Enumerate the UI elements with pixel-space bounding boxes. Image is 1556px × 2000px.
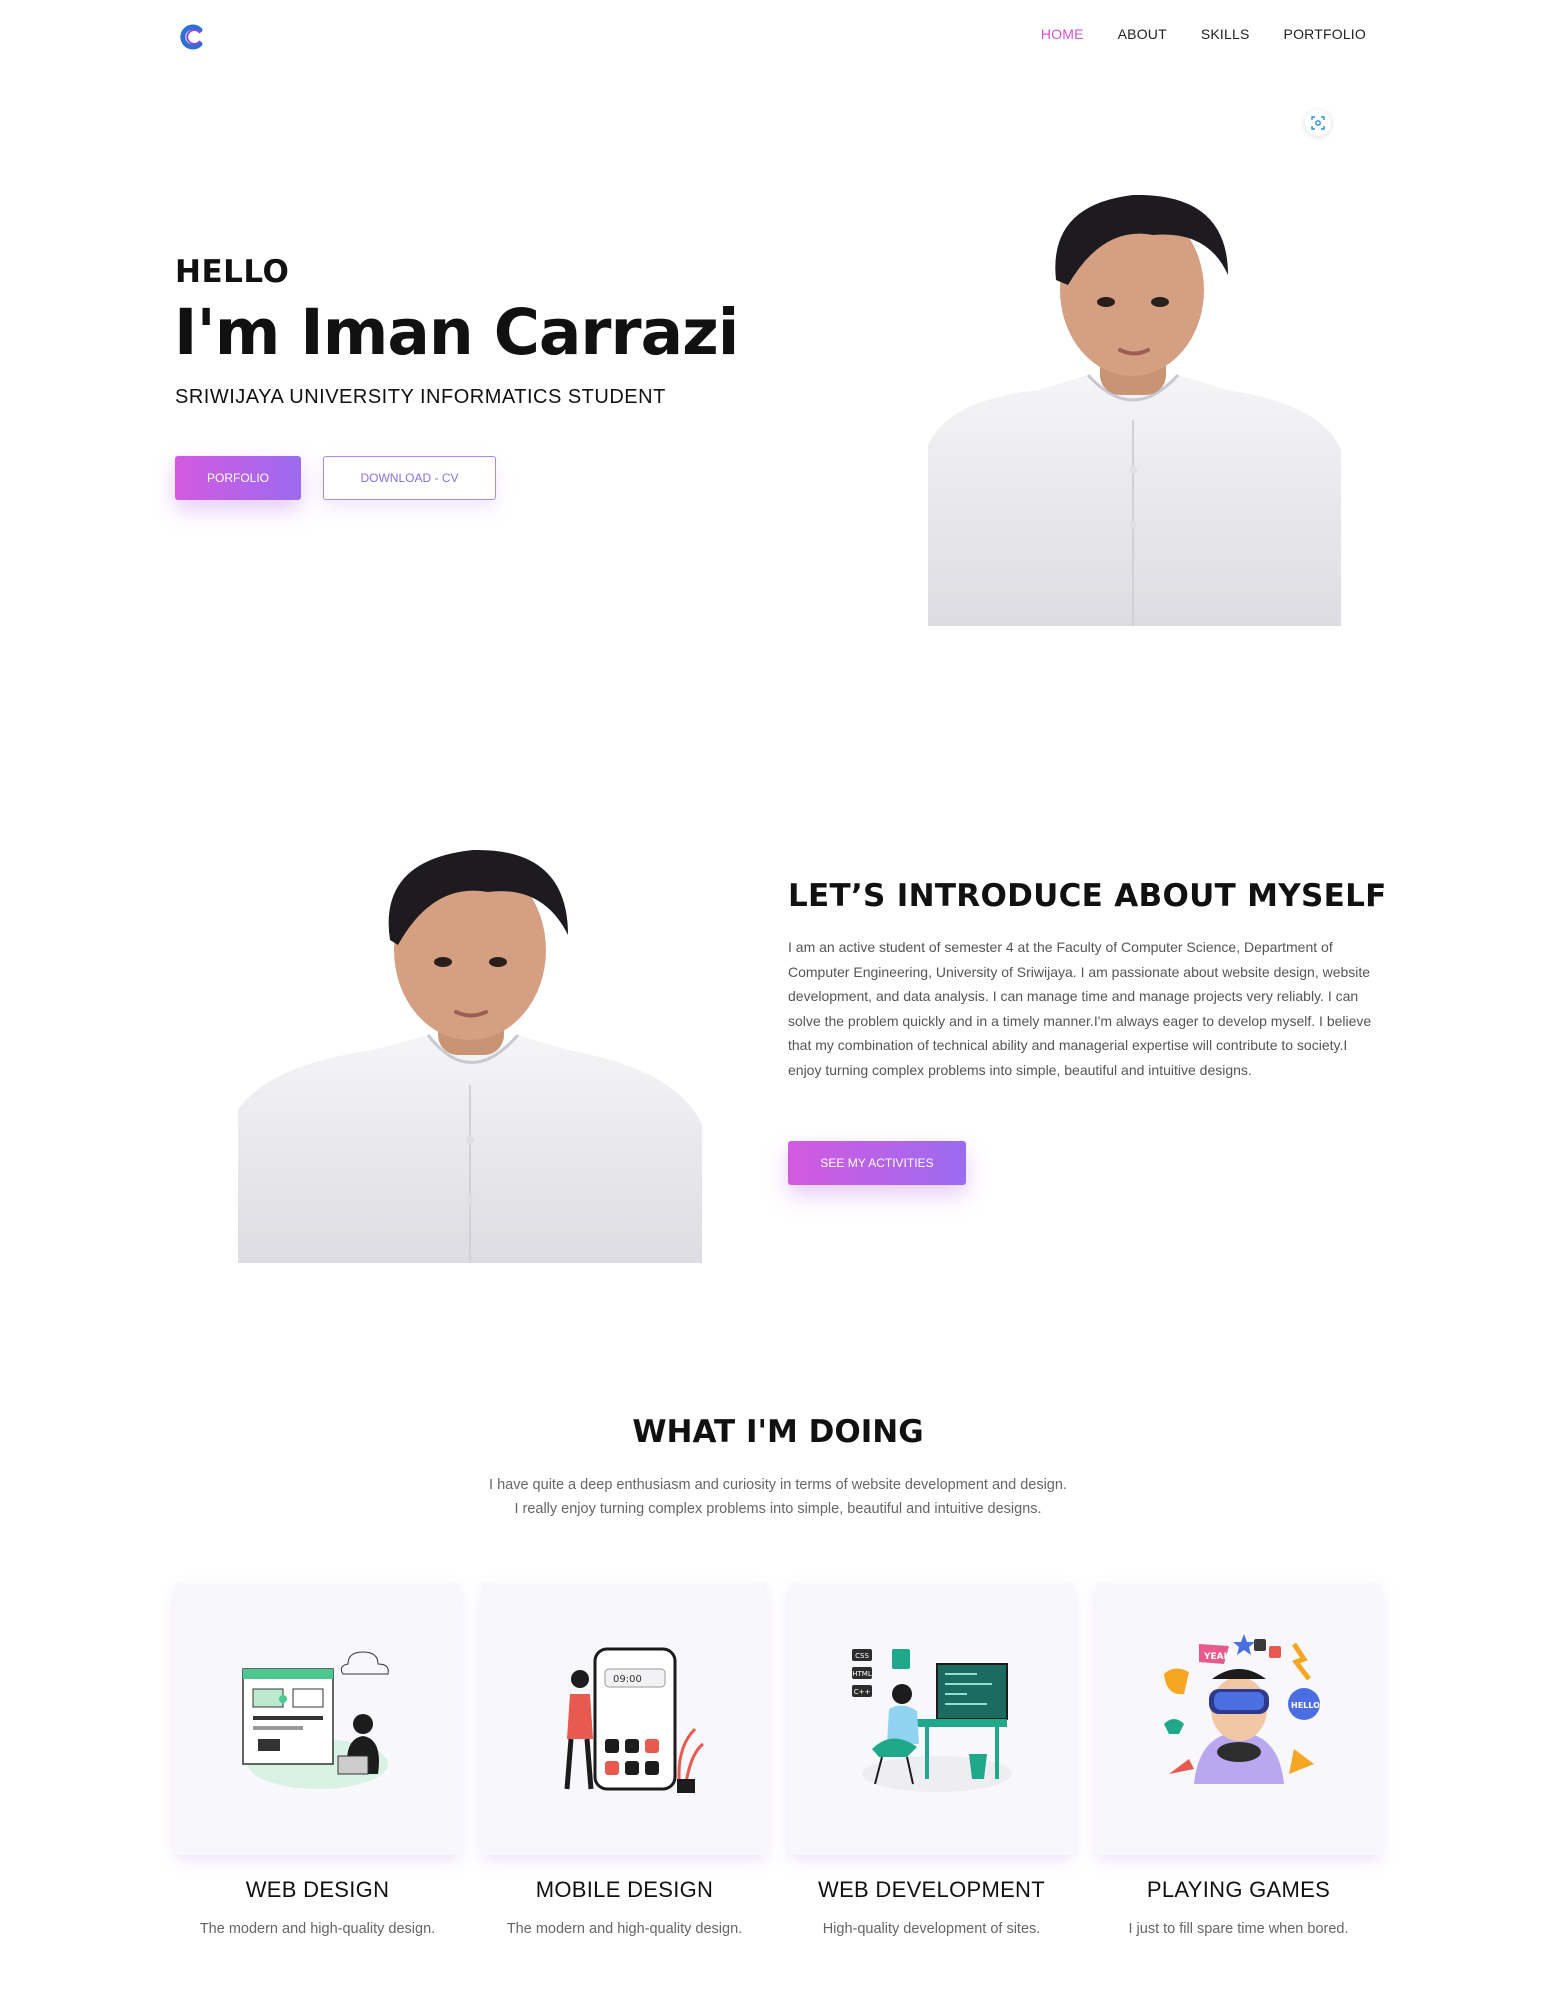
playing-games-illustration: YEAH! HELLO! bbox=[1096, 1583, 1381, 1855]
download-cv-button[interactable]: DOWNLOAD - CV bbox=[323, 456, 496, 500]
hero-tagline: SRIWIJAYA UNIVERSITY INFORMATICS STUDENT bbox=[175, 386, 666, 408]
hero-name: I'm Iman Carrazi bbox=[174, 296, 739, 369]
service-card-mobile-design[interactable]: 09:00 MOBILE DESIGN The modern and high-… bbox=[482, 1583, 767, 1937]
portfolio-button[interactable]: PORFOLIO bbox=[175, 456, 301, 500]
site-logo[interactable] bbox=[178, 22, 208, 52]
html-tag-text: HTML bbox=[852, 1670, 872, 1678]
service-card-playing-games[interactable]: YEAH! HELLO! PLAYING GAMES I just to fil… bbox=[1096, 1583, 1381, 1937]
nav-about[interactable]: ABOUT bbox=[1118, 26, 1167, 42]
yeah-bubble-text: YEAH! bbox=[1203, 1652, 1235, 1662]
service-desc: The modern and high-quality design. bbox=[506, 1921, 743, 1937]
web-development-illustration: CSS HTML C++ bbox=[789, 1583, 1074, 1855]
nav-home[interactable]: HOME bbox=[1041, 26, 1084, 42]
web-design-illustration bbox=[175, 1583, 460, 1855]
mobile-design-illustration: 09:00 bbox=[482, 1583, 767, 1855]
hero-greeting: HELLO bbox=[175, 254, 290, 290]
hello-bubble-text: HELLO! bbox=[1291, 1701, 1324, 1710]
doing-title: WHAT I'M DOING bbox=[632, 1414, 924, 1450]
about-portrait-photo bbox=[238, 840, 702, 1263]
doing-subtitle-line1: I have quite a deep enthusiasm and curio… bbox=[489, 1477, 1067, 1493]
service-desc: I just to fill spare time when bored. bbox=[1128, 1921, 1349, 1937]
nav-skills[interactable]: SKILLS bbox=[1201, 26, 1250, 42]
service-card-web-development[interactable]: CSS HTML C++ WEB DEVELOPMENT High-qualit… bbox=[789, 1583, 1074, 1937]
about-title: LET’S INTRODUCE ABOUT MYSELF bbox=[788, 878, 1387, 914]
see-activities-button[interactable]: SEE MY ACTIVITIES bbox=[788, 1141, 966, 1185]
services-cards: WEB DESIGN The modern and high-quality d… bbox=[175, 1583, 1381, 1937]
service-title: WEB DESIGN bbox=[245, 1877, 390, 1902]
doing-subtitle: I have quite a deep enthusiasm and curio… bbox=[0, 1473, 1556, 1521]
service-title: WEB DEVELOPMENT bbox=[818, 1877, 1045, 1902]
cpp-tag-text: C++ bbox=[853, 1688, 870, 1696]
scan-icon[interactable] bbox=[1305, 110, 1331, 136]
nav-portfolio[interactable]: PORTFOLIO bbox=[1284, 26, 1366, 42]
service-desc: High-quality development of sites. bbox=[822, 1921, 1041, 1937]
doing-subtitle-line2: I really enjoy turning complex problems … bbox=[514, 1501, 1042, 1517]
service-title: MOBILE DESIGN bbox=[535, 1877, 714, 1902]
about-text: I am an active student of semester 4 at … bbox=[788, 939, 1372, 1078]
main-nav: HOME ABOUT SKILLS PORTFOLIO bbox=[1041, 26, 1366, 42]
phone-time-text: 09:00 bbox=[613, 1674, 642, 1685]
hero-portrait-photo bbox=[928, 185, 1341, 626]
css-tag-text: CSS bbox=[855, 1652, 869, 1660]
service-title: PLAYING GAMES bbox=[1146, 1877, 1331, 1902]
service-card-web-design[interactable]: WEB DESIGN The modern and high-quality d… bbox=[175, 1583, 460, 1937]
service-desc: The modern and high-quality design. bbox=[199, 1921, 436, 1937]
